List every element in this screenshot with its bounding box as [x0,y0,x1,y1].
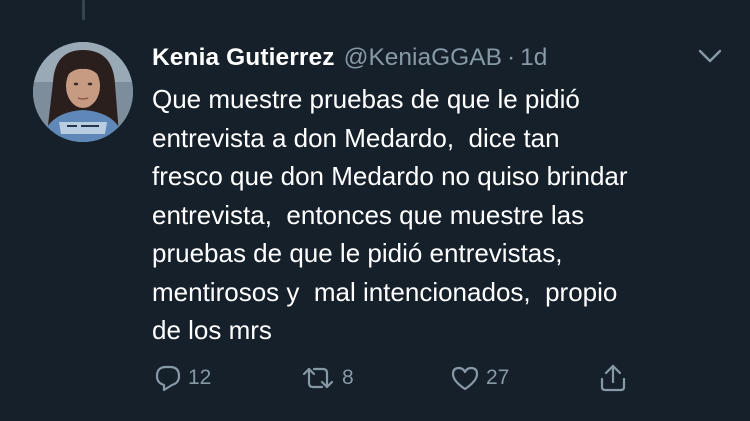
retweet-button[interactable]: 8 [300,360,354,396]
share-button[interactable] [598,360,628,396]
tweet-text-line: mentirosos y mal intencionados, propio [152,276,618,307]
tweet-text-line: pruebas de que le pidió entrevistas, [152,238,563,268]
thread-connector-line [82,0,85,20]
tweet-text-line: fresco que don Medardo no quiso brindar [152,161,628,191]
tweet-text-line: de los mrs [152,315,272,345]
tweet-actions-bar: 12 8 27 [150,360,640,396]
retweet-count: 8 [342,366,354,389]
reply-button[interactable]: 12 [154,360,211,396]
author-name[interactable]: Kenia Gutierrez [152,44,335,72]
tweet-text-line: Que muestre pruebas de que le pidió [152,84,580,114]
tweet-header: Kenia Gutierrez @KeniaGGAB · 1d [152,40,547,76]
author-handle[interactable]: @KeniaGGAB [344,44,502,72]
avatar[interactable] [33,42,133,142]
reply-count: 12 [188,366,212,389]
tweet-text: Que muestre pruebas de que le pidió entr… [152,80,737,350]
heart-icon [451,366,479,391]
header-separator: · [506,44,516,71]
reply-icon [155,365,181,392]
avatar-image [33,42,133,142]
like-button[interactable]: 27 [450,360,509,396]
tweet-timestamp[interactable]: 1d [520,44,547,72]
like-count: 27 [486,366,510,389]
share-icon [600,364,626,392]
tweet-text-line: entrevista a don Medardo, dice tan [152,122,560,153]
tweet-text-line: entrevista, entonces que muestre las [152,199,585,230]
chevron-down-icon [698,49,722,63]
more-options-button[interactable] [696,44,724,68]
retweet-icon [302,367,334,389]
